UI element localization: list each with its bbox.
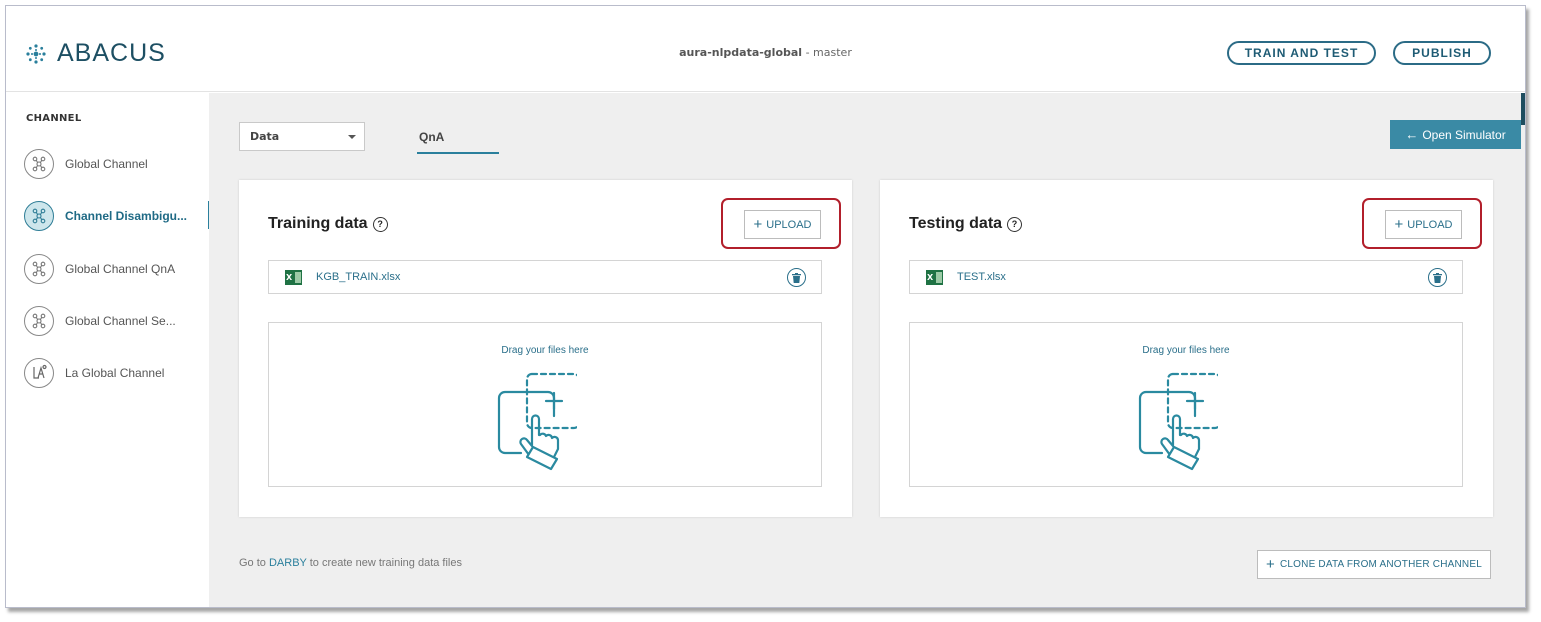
plus-icon: + xyxy=(1394,216,1404,233)
open-simulator-label: Open Simulator xyxy=(1422,127,1506,142)
clone-data-button[interactable]: + CLONE DATA FROM ANOTHER CHANNEL xyxy=(1257,550,1491,579)
footer-suffix: to create new training data files xyxy=(306,557,462,569)
scrollbar-thumb[interactable] xyxy=(1521,93,1525,125)
sidebar-item-label: La Global Channel xyxy=(65,366,165,380)
select-value: Data xyxy=(250,130,280,143)
card-title: Training data ? xyxy=(268,215,388,233)
la-logo-icon xyxy=(24,358,54,388)
sidebar-item-label: Global Channel xyxy=(65,157,148,171)
clone-label: CLONE DATA FROM ANOTHER CHANNEL xyxy=(1280,559,1482,570)
testing-title: Testing data xyxy=(909,215,1003,232)
help-icon[interactable]: ? xyxy=(372,216,388,232)
trash-icon[interactable] xyxy=(787,268,806,287)
darby-link[interactable]: DARBY xyxy=(269,557,307,569)
testing-data-card: Testing data ? + UPLOAD X TEST.xlsx Drag… xyxy=(880,180,1493,517)
testing-upload-button[interactable]: + UPLOAD xyxy=(1385,210,1462,239)
training-title: Training data xyxy=(268,215,368,232)
training-upload-button[interactable]: + UPLOAD xyxy=(744,210,821,239)
publish-button[interactable]: PUBLISH xyxy=(1393,41,1491,65)
help-icon[interactable]: ? xyxy=(1007,216,1023,232)
network-icon xyxy=(24,254,54,284)
sidebar-item-label: Global Channel QnA xyxy=(65,262,176,276)
tab-qna[interactable]: QnA xyxy=(417,130,499,154)
network-icon xyxy=(24,201,54,231)
file-row[interactable]: X KGB_TRAIN.xlsx xyxy=(268,260,822,294)
main-content: Data QnA ← Open Simulator Training data … xyxy=(209,93,1525,607)
upload-label: UPLOAD xyxy=(1407,218,1453,231)
top-header: ABACUS aura-nlpdata-global - master TRAI… xyxy=(6,6,1525,92)
sidebar-item-label: Global Channel Se... xyxy=(65,314,176,328)
sidebar-item-la-global-channel[interactable]: La Global Channel xyxy=(24,356,209,390)
data-type-select[interactable]: Data xyxy=(239,122,365,151)
file-row[interactable]: X TEST.xlsx xyxy=(909,260,1463,294)
plus-icon: + xyxy=(1266,556,1275,573)
project-name: aura-nlpdata-global xyxy=(679,46,803,59)
open-simulator-button[interactable]: ← Open Simulator xyxy=(1390,120,1521,149)
plus-icon: + xyxy=(753,216,763,233)
network-icon xyxy=(24,306,54,336)
arrow-left-icon: ← xyxy=(1405,127,1419,142)
file-name[interactable]: KGB_TRAIN.xlsx xyxy=(316,271,400,283)
train-and-test-button[interactable]: TRAIN AND TEST xyxy=(1227,41,1376,65)
caret-down-icon xyxy=(348,135,356,139)
footer-hint: Go to DARBY to create new training data … xyxy=(239,557,462,569)
footer-prefix: Go to xyxy=(239,557,269,569)
file-drop-zone[interactable]: Drag your files here xyxy=(268,322,822,487)
sidebar-title: CHANNEL xyxy=(26,113,82,124)
card-title: Testing data ? xyxy=(909,215,1023,233)
file-drop-zone[interactable]: Drag your files here xyxy=(909,322,1463,487)
trash-icon[interactable] xyxy=(1428,268,1447,287)
drag-drop-illustration-icon xyxy=(497,372,577,471)
training-data-card: Training data ? + UPLOAD X KGB_TRAIN.xls… xyxy=(239,180,852,517)
upload-label: UPLOAD xyxy=(766,218,812,231)
excel-icon: X xyxy=(926,269,943,285)
drag-drop-illustration-icon xyxy=(1138,372,1218,471)
channel-sidebar: CHANNEL Global Channel Channel Disambigu… xyxy=(6,93,211,607)
network-icon xyxy=(24,149,54,179)
sidebar-item-global-channel-se[interactable]: Global Channel Se... xyxy=(24,304,209,338)
drop-hint: Drag your files here xyxy=(501,345,589,356)
sidebar-item-channel-disambiguation[interactable]: Channel Disambigu... xyxy=(24,199,211,233)
sidebar-item-global-channel-qna[interactable]: Global Channel QnA xyxy=(24,252,209,286)
branch-name: - master xyxy=(802,46,852,59)
drop-hint: Drag your files here xyxy=(1142,345,1230,356)
sidebar-item-global-channel[interactable]: Global Channel xyxy=(24,147,209,181)
sidebar-item-label: Channel Disambigu... xyxy=(65,209,188,223)
app-window: ABACUS aura-nlpdata-global - master TRAI… xyxy=(5,5,1526,608)
file-name[interactable]: TEST.xlsx xyxy=(957,271,1006,283)
excel-icon: X xyxy=(285,269,302,285)
